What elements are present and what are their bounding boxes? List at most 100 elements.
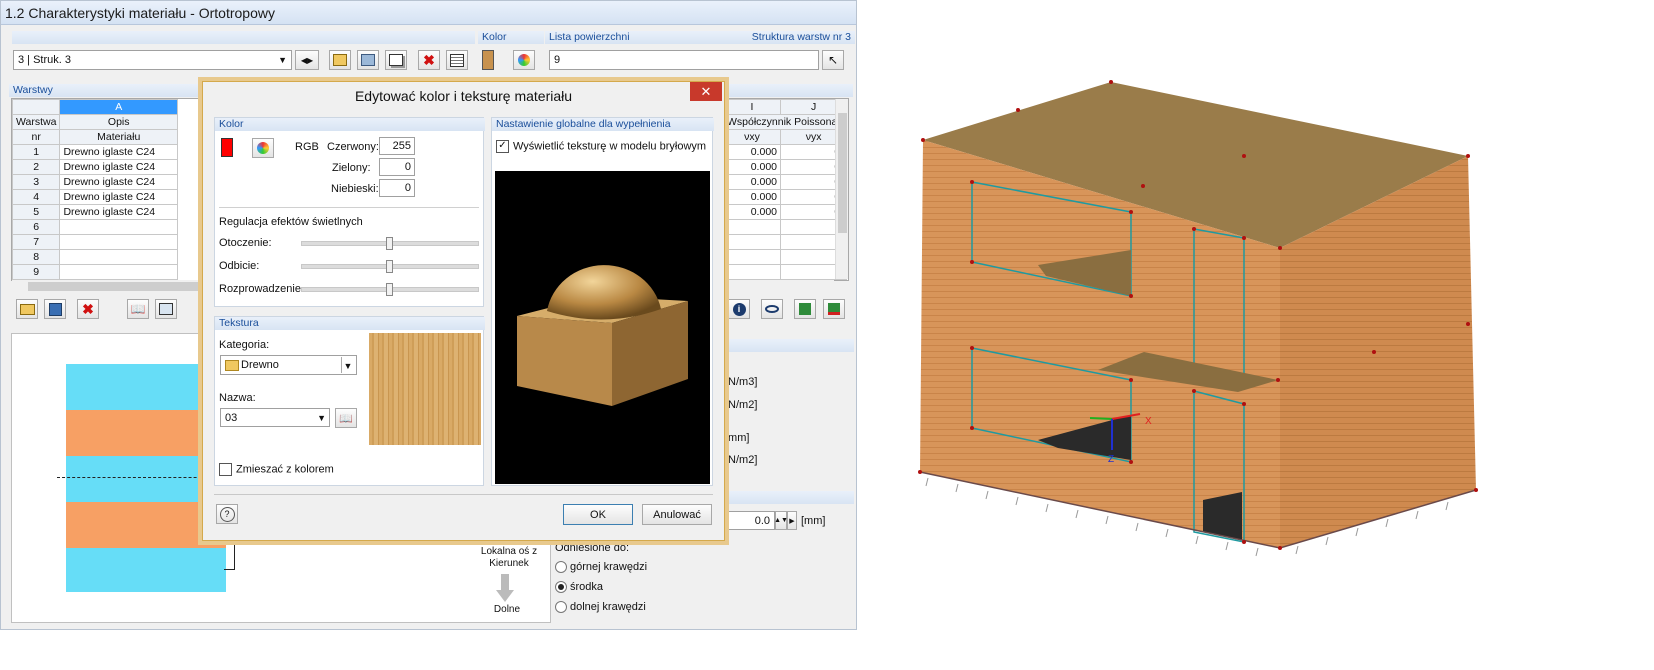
table-export-button[interactable] (446, 50, 468, 70)
table-row[interactable] (723, 219, 848, 235)
row-opis[interactable] (59, 234, 178, 250)
unit-shear: [N/m2] (725, 454, 758, 466)
pick-surface-button[interactable]: ↖ (822, 50, 844, 70)
cursor-icon: ↖ (827, 53, 839, 67)
row-vxy[interactable]: 0.000 (723, 144, 781, 160)
radio-gornej[interactable]: górnej krawędzi (555, 561, 647, 574)
radio-srodka[interactable]: środka (555, 581, 603, 594)
row-opis[interactable] (59, 249, 178, 265)
ok-button[interactable]: OK (563, 504, 633, 525)
table-row[interactable]: 0.0000. (723, 204, 848, 220)
dialog-color-swatch (221, 138, 233, 157)
row-vxy[interactable]: 0.000 (723, 204, 781, 220)
row-vxy[interactable] (723, 234, 781, 250)
row-opis[interactable]: Drewno iglaste C24 (59, 189, 178, 205)
row-vxy[interactable]: 0.000 (723, 174, 781, 190)
color-texture-dialog: Edytować kolor i teksturę materiału ✕ Ko… (202, 81, 725, 541)
hscroll-thumb[interactable] (28, 282, 218, 291)
row-opis[interactable]: Drewno iglaste C24 (59, 159, 178, 175)
red-input[interactable]: 255 (379, 137, 415, 155)
delete-structure-button[interactable]: ✖ (418, 50, 440, 70)
show-texture-checkbox[interactable]: ✓ Wyświetlić teksturę w modelu bryłowym (496, 140, 706, 153)
mix-checkbox[interactable]: Zmieszać z kolorem (219, 463, 334, 476)
mix-checkbox-box[interactable] (219, 463, 232, 476)
info-button[interactable]: i (728, 299, 750, 319)
row-vxy[interactable]: 0.000 (723, 189, 781, 205)
row-vxy[interactable] (723, 249, 781, 265)
dialog-close-button[interactable]: ✕ (690, 82, 722, 101)
help-button[interactable]: ? (216, 504, 238, 524)
table-row[interactable]: 4 Drewno iglaste C24 (11, 189, 178, 205)
table-row[interactable]: 0.0000. (723, 144, 848, 160)
table-row[interactable]: 0.0000. (723, 159, 848, 175)
edit-structure-button[interactable] (357, 50, 379, 70)
scroll-thumb[interactable] (838, 113, 847, 233)
axis-x-label: X (1145, 416, 1152, 427)
node (1276, 378, 1280, 382)
prev-next-stepper[interactable]: ◀▶ (295, 50, 319, 70)
table-row[interactable]: 6 (11, 219, 178, 235)
book-icon: 📖 (130, 302, 146, 316)
surface-list-input[interactable]: 9 (549, 50, 819, 70)
row-vxy[interactable] (723, 264, 781, 280)
table-row[interactable]: 0.0000. (723, 174, 848, 190)
radio-dolnej[interactable]: dolnej krawędzi (555, 601, 646, 614)
green-input[interactable]: 0 (379, 158, 415, 176)
table-row[interactable] (723, 249, 848, 265)
new-structure-button[interactable] (329, 50, 351, 70)
radio-srodka-circle[interactable] (555, 581, 567, 594)
unit-modulus: [N/m2] (725, 399, 758, 411)
excel-export-button[interactable] (794, 299, 816, 319)
table-row[interactable]: 2 Drewno iglaste C24 (11, 159, 178, 175)
row-vxy[interactable] (723, 219, 781, 235)
table-row[interactable]: 3 Drewno iglaste C24 (11, 174, 178, 190)
blue-input[interactable]: 0 (379, 179, 415, 197)
table-row[interactable]: 0.0000. (723, 189, 848, 205)
save-button[interactable] (44, 299, 66, 319)
slider-otoczenie-thumb[interactable] (386, 237, 393, 250)
global-group-header: Nastawienie globalne dla wypełnienia (492, 118, 714, 131)
slider-rozprowadzenie-thumb[interactable] (386, 283, 393, 296)
vertical-scrollbar[interactable] (835, 99, 848, 279)
radio-gornej-circle[interactable] (555, 561, 567, 574)
row-opis[interactable]: Drewno iglaste C24 (59, 174, 178, 190)
row-opis[interactable] (59, 219, 178, 235)
color-picker-button[interactable] (513, 50, 535, 70)
show-texture-checkbox-box[interactable]: ✓ (496, 140, 509, 153)
kategoria-select[interactable]: Drewno ▼ (220, 355, 357, 375)
kategoria-value: Drewno (241, 359, 279, 371)
offset-arrow[interactable]: ▶ (787, 511, 797, 530)
table-row[interactable] (723, 234, 848, 250)
row-opis[interactable]: Drewno iglaste C24 (59, 204, 178, 220)
slider-odbicie-thumb[interactable] (386, 260, 393, 273)
row-vxy[interactable]: 0.000 (723, 159, 781, 175)
cancel-button[interactable]: Anulować (642, 504, 712, 525)
table-row[interactable]: 1 Drewno iglaste C24 (11, 144, 178, 160)
texture-library-button[interactable]: 📖 (335, 408, 357, 428)
table-row[interactable]: 7 (11, 234, 178, 250)
table-row[interactable]: 8 (11, 249, 178, 265)
3d-viewport[interactable]: X Z (858, 0, 1654, 667)
view-button[interactable] (761, 299, 783, 319)
struct-select[interactable]: 3 | Struk. 3 ▼ (13, 50, 292, 70)
col-head-poisson: Współczynnik Poissona [ (722, 114, 848, 130)
node (1278, 546, 1282, 550)
row-opis[interactable] (59, 264, 178, 280)
table-row[interactable]: 9 (11, 264, 178, 280)
offset-stepper[interactable]: ▲▼ (774, 511, 788, 530)
delete-row-button[interactable]: ✖ (77, 299, 99, 319)
divider (219, 207, 479, 208)
dialog-palette-button[interactable] (252, 138, 274, 158)
radio-dolnej-circle[interactable] (555, 601, 567, 614)
copy-structure-button[interactable] (385, 50, 407, 70)
table-row[interactable]: 5 Drewno iglaste C24 (11, 204, 178, 220)
table-row[interactable] (723, 264, 848, 280)
excel-import-button[interactable] (823, 299, 845, 319)
odniesione-label: Odniesione do: (555, 542, 629, 554)
row-opis[interactable]: Drewno iglaste C24 (59, 144, 178, 160)
open-button[interactable] (16, 299, 38, 319)
nazwa-select[interactable]: 03 ▼ (220, 408, 330, 427)
library-button[interactable]: 📖 (127, 299, 149, 319)
table-view-button[interactable] (155, 299, 177, 319)
offset-input[interactable]: 0.0 (725, 511, 775, 530)
